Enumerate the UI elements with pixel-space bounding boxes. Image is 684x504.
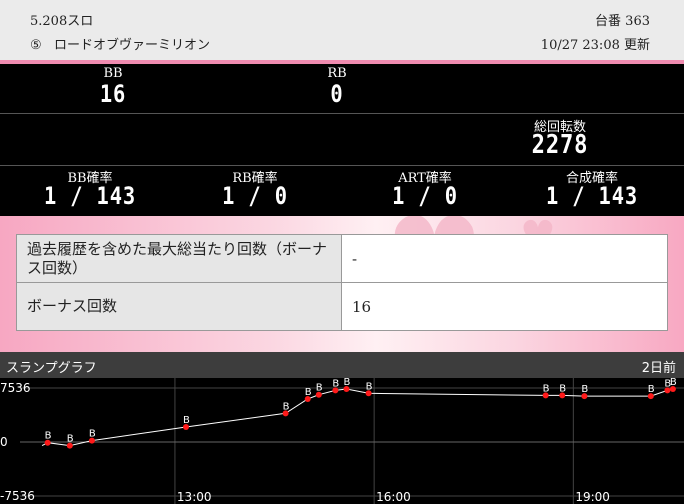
bonus-marker-label: B [305, 387, 312, 398]
bonus-marker-label: B [343, 378, 350, 388]
bonus-marker-label: B [366, 381, 373, 392]
max-hits-label: 過去履歴を含めた最大総当たり回数（ボーナス回数） [16, 234, 342, 283]
x-tick-label: 13:00 [177, 490, 212, 504]
bonus-marker-label: B [183, 415, 190, 426]
bonus-marker-label: B [283, 401, 290, 412]
rate-label: 5.208スロ [30, 14, 94, 29]
bb-label: BB [103, 66, 123, 81]
total-spins-count: 2278 [531, 130, 589, 160]
bonus-marker-label: B [316, 383, 323, 394]
bonus-count-label: ボーナス回数 [16, 282, 342, 331]
y-tick-label: 7536 [0, 381, 31, 395]
machine-number: ⑤ [30, 38, 42, 53]
updated-time: 10/27 23:08 更新 [540, 38, 650, 53]
bonus-marker-label: B [67, 434, 74, 445]
x-tick-label: 19:00 [575, 490, 610, 504]
bonus-marker-label: B [559, 383, 566, 394]
rb-label: RB [327, 66, 347, 81]
rb-probability-value: 1 / 0 [222, 182, 288, 210]
y-tick-label: 0 [0, 435, 8, 449]
y-tick-label: -7536 [0, 489, 35, 503]
slump-graph-canvas: 75360-7536 13:00 16:00 19:00B B BBBB B B B B B B B BB… [0, 378, 684, 504]
bb-probability-value: 1 / 143 [44, 182, 136, 210]
info-section: ♥ ♥ ♥ ♥ 過去履歴を含めた最大総当たり回数（ボーナス回数） - ボーナス回… [0, 216, 684, 352]
unit-number: 台番 363 [595, 14, 650, 29]
bb-count: 16 [99, 80, 127, 108]
machine-title: ⑤ ロードオブヴァーミリオン [30, 34, 210, 53]
day-selector[interactable]: 2日前 [642, 357, 676, 376]
bonus-marker-label: B [648, 384, 655, 395]
rb-count: 0 [330, 80, 344, 108]
machine-name: ロードオブヴァーミリオン [54, 38, 211, 53]
bonus-count-value: 16 [341, 282, 668, 331]
stats-divider [0, 165, 684, 166]
stats-panel: BB 16 RB 0 総回転数 2278 BB確率 1 / 143 RB確率 1… [0, 64, 684, 216]
machine-header: 5.208スロ ⑤ ロードオブヴァーミリオン 台番 363 10/27 23:08… [0, 0, 684, 60]
slump-graph-title: スランプグラフ [6, 361, 97, 376]
table-row: ボーナス回数 16 [16, 282, 668, 331]
slump-line [41, 388, 674, 447]
slump-graph-header: スランプグラフ 2日前 [0, 352, 684, 378]
x-tick-label: 16:00 [376, 490, 411, 504]
art-probability-value: 1 / 0 [392, 182, 458, 210]
bonus-marker-label: B [670, 378, 677, 388]
slump-graph: 7536 0 -7536 13:00 16:00 19:00 B B B B B B B B B B B B B B B… [0, 378, 684, 504]
stats-divider [0, 113, 684, 114]
max-hits-value: - [341, 234, 668, 283]
bonus-marker-label: B [581, 384, 588, 395]
bonus-marker-label: B [332, 378, 339, 389]
bonus-info-table: 過去履歴を含めた最大総当たり回数（ボーナス回数） - ボーナス回数 16 [16, 234, 668, 331]
bonus-marker-label: B [89, 429, 96, 440]
bonus-marker-label: B [45, 431, 52, 442]
table-row: 過去履歴を含めた最大総当たり回数（ボーナス回数） - [16, 234, 668, 283]
combined-probability-value: 1 / 143 [546, 182, 638, 210]
bonus-marker-label: B [543, 383, 550, 394]
